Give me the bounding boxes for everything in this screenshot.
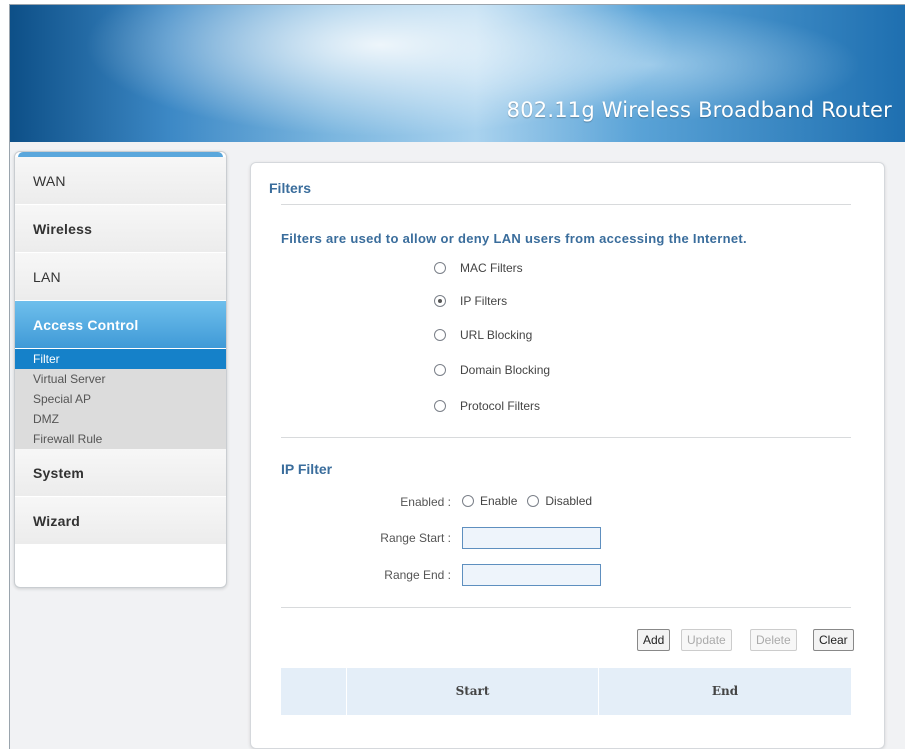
divider — [281, 204, 851, 205]
option-label: Domain Blocking — [460, 363, 551, 377]
range-end-input[interactable] — [462, 564, 601, 586]
nav-item-lan[interactable]: LAN — [15, 253, 226, 301]
delete-button[interactable]: Delete — [750, 629, 797, 651]
nav-item-wizard[interactable]: Wizard — [15, 497, 226, 545]
header-banner: 802.11g Wireless Broadband Router — [10, 5, 905, 142]
ip-filter-title: IP Filter — [281, 461, 333, 477]
range-end-label: Range End : — [384, 568, 451, 582]
sidebar-nav: WAN Wireless LAN Access Control Filter V… — [14, 151, 227, 588]
option-ip-filters[interactable]: IP Filters — [434, 294, 507, 308]
radio-ip-filters[interactable] — [434, 295, 446, 307]
divider — [281, 607, 851, 608]
filters-panel: Filters Filters are used to allow or den… — [250, 162, 885, 749]
option-label: IP Filters — [460, 294, 508, 308]
option-url-blocking[interactable]: URL Blocking — [434, 328, 532, 342]
update-button[interactable]: Update — [681, 629, 732, 651]
nav-item-access-control[interactable]: Access Control — [15, 301, 226, 349]
filters-description: Filters are used to allow or deny LAN us… — [281, 231, 747, 246]
enable-option-label: Enable — [480, 494, 518, 508]
enabled-label: Enabled : — [400, 495, 451, 509]
add-button[interactable]: Add — [637, 629, 671, 651]
table-header-end: End — [711, 684, 739, 698]
disabled-option-label: Disabled — [545, 494, 593, 508]
sub-item-dmz[interactable]: DMZ — [15, 409, 226, 429]
product-title: 802.11g Wireless Broadband Router — [506, 98, 892, 122]
filters-title: Filters — [269, 180, 312, 196]
radio-protocol-filters[interactable] — [434, 400, 446, 412]
nav-item-system[interactable]: System — [15, 449, 226, 497]
ip-filter-table: Start End — [281, 668, 851, 715]
sub-item-special-ap[interactable]: Special AP — [15, 389, 226, 409]
option-label: MAC Filters — [460, 261, 523, 275]
range-start-label: Range Start : — [380, 531, 451, 545]
nav-item-wireless[interactable]: Wireless — [15, 205, 226, 253]
sub-item-virtual-server[interactable]: Virtual Server — [15, 369, 226, 389]
enabled-radio-group: Enable Disabled — [462, 494, 592, 508]
divider — [281, 437, 851, 438]
access-control-submenu: Filter Virtual Server Special AP DMZ Fir… — [15, 349, 226, 449]
radio-disabled[interactable] — [527, 495, 540, 507]
radio-domain-blocking[interactable] — [434, 364, 446, 376]
sub-item-firewall-rule[interactable]: Firewall Rule — [15, 429, 226, 449]
radio-enable[interactable] — [462, 495, 474, 507]
radio-mac-filters[interactable] — [434, 262, 446, 274]
radio-url-blocking[interactable] — [434, 329, 446, 341]
clear-button[interactable]: Clear — [813, 629, 854, 651]
option-label: URL Blocking — [460, 328, 533, 342]
table-header-select — [281, 668, 347, 715]
option-label: Protocol Filters — [460, 399, 541, 413]
option-domain-blocking[interactable]: Domain Blocking — [434, 363, 550, 377]
nav-item-wan[interactable]: WAN — [15, 157, 226, 205]
range-start-input[interactable] — [462, 527, 601, 549]
sub-item-filter[interactable]: Filter — [15, 349, 226, 369]
table-header-start: Start — [347, 668, 599, 715]
option-mac-filters[interactable]: MAC Filters — [434, 261, 523, 275]
option-protocol-filters[interactable]: Protocol Filters — [434, 399, 540, 413]
